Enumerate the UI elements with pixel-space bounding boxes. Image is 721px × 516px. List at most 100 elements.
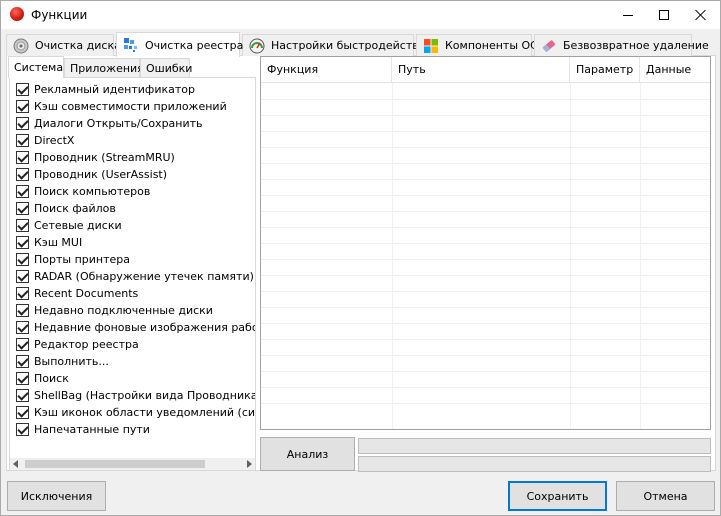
- list-item-label: Кэш иконок области уведомлений (системн: [34, 406, 256, 419]
- list-item[interactable]: Диалоги Открыть/Сохранить: [16, 115, 203, 132]
- checkbox[interactable]: [16, 168, 29, 181]
- row-divider: [261, 211, 710, 212]
- column-header-path[interactable]: Путь: [392, 57, 570, 83]
- checkbox[interactable]: [16, 151, 29, 164]
- cancel-button[interactable]: Отмена: [616, 481, 715, 511]
- checkbox[interactable]: [16, 355, 29, 368]
- list-item-label: Проводник (UserAssist): [34, 168, 168, 181]
- tab-label: Компоненты ОС: [445, 39, 538, 52]
- checkbox[interactable]: [16, 100, 29, 113]
- subtab-label: Система: [14, 61, 64, 74]
- list-item[interactable]: Редактор реестра: [16, 336, 139, 353]
- list-item[interactable]: Поиск компьютеров: [16, 183, 150, 200]
- list-item[interactable]: Сетевые диски: [16, 217, 122, 234]
- column-header-data[interactable]: Данные: [640, 57, 710, 83]
- list-item[interactable]: Выполнить...: [16, 353, 109, 370]
- list-item[interactable]: Напечатанные пути: [16, 421, 150, 438]
- list-item-label: Недавние фоновые изображения рабочего: [34, 321, 256, 334]
- registry-cleanup-icon: [124, 38, 137, 52]
- checkbox[interactable]: [16, 321, 29, 334]
- list-item-label: ShellBag (Настройки вида Проводника): [34, 389, 256, 402]
- column-divider: [570, 83, 571, 429]
- column-divider: [392, 83, 393, 429]
- checkbox[interactable]: [16, 236, 29, 249]
- checkbox[interactable]: [16, 338, 29, 351]
- exclusions-button[interactable]: Исключения: [7, 481, 106, 511]
- checkbox[interactable]: [16, 423, 29, 436]
- subtab-errors[interactable]: Ошибки: [140, 58, 192, 77]
- list-item[interactable]: Поиск файлов: [16, 200, 116, 217]
- row-divider: [261, 307, 710, 308]
- checkbox[interactable]: [16, 304, 29, 317]
- results-table[interactable]: Функция Путь Параметр Данные: [260, 56, 711, 430]
- tab-label: Очистка диска: [35, 39, 121, 52]
- list-item[interactable]: Recent Documents: [16, 285, 138, 302]
- row-divider: [261, 275, 710, 276]
- checkbox[interactable]: [16, 134, 29, 147]
- list-item-label: Сетевые диски: [34, 219, 122, 232]
- checkbox[interactable]: [16, 287, 29, 300]
- scroll-right-icon[interactable]: [247, 460, 252, 468]
- checkbox[interactable]: [16, 202, 29, 215]
- disk-cleanup-icon: [13, 38, 29, 53]
- list-item[interactable]: Недавние фоновые изображения рабочего: [16, 319, 256, 336]
- list-item[interactable]: Поиск: [16, 370, 69, 387]
- checkbox[interactable]: [16, 219, 29, 232]
- save-button[interactable]: Сохранить: [508, 481, 607, 511]
- system-items-list[interactable]: Рекламный идентификатор Кэш совместимост…: [9, 77, 256, 471]
- list-item[interactable]: Порты принтера: [16, 251, 130, 268]
- column-header-function[interactable]: Функция: [261, 57, 392, 83]
- list-item-label: Порты принтера: [34, 253, 130, 266]
- app-logo-icon: [10, 7, 24, 21]
- list-item[interactable]: Кэш иконок области уведомлений (системн: [16, 404, 256, 421]
- column-header-parameter[interactable]: Параметр: [570, 57, 640, 83]
- list-item[interactable]: Недавно подключенные диски: [16, 302, 213, 319]
- list-item[interactable]: Кэш совместимости приложений: [16, 98, 227, 115]
- subtab-system[interactable]: Система: [8, 56, 64, 78]
- list-item[interactable]: Кэш MUI: [16, 234, 82, 251]
- checkbox[interactable]: [16, 270, 29, 283]
- analyze-button[interactable]: Анализ: [260, 437, 355, 471]
- tab-performance-settings[interactable]: Настройки быстродействия: [242, 34, 432, 56]
- subtab-applications[interactable]: Приложения: [64, 58, 144, 77]
- checkbox[interactable]: [16, 406, 29, 419]
- row-divider: [261, 387, 710, 388]
- eraser-icon: [542, 39, 556, 52]
- checkbox[interactable]: [16, 185, 29, 198]
- list-item[interactable]: Проводник (UserAssist): [16, 166, 167, 183]
- list-item-label: DirectX: [34, 134, 75, 147]
- row-divider: [261, 339, 710, 340]
- tab-permanent-deletion[interactable]: Безвозвратное удаление: [534, 34, 709, 56]
- checkbox[interactable]: [16, 117, 29, 130]
- checkbox[interactable]: [16, 372, 29, 385]
- checkbox[interactable]: [16, 83, 29, 96]
- scrollbar-thumb[interactable]: [25, 460, 205, 468]
- list-item-label: Напечатанные пути: [34, 423, 150, 436]
- checkbox[interactable]: [16, 389, 29, 402]
- list-item[interactable]: DirectX: [16, 132, 74, 149]
- window-title: Функции: [31, 8, 88, 22]
- progress-bar-bottom: [358, 456, 711, 472]
- checkbox[interactable]: [16, 253, 29, 266]
- list-item[interactable]: RADAR (Обнаружение утечек памяти): [16, 268, 254, 285]
- title-bar[interactable]: Функции: [1, 1, 720, 29]
- list-item-label: Кэш MUI: [34, 236, 83, 249]
- progress-bar-top: [358, 438, 711, 454]
- scroll-left-icon[interactable]: [13, 460, 18, 468]
- list-item[interactable]: ShellBag (Настройки вида Проводника): [16, 387, 256, 404]
- list-item[interactable]: Проводник (StreamMRU): [16, 149, 175, 166]
- row-divider: [261, 323, 710, 324]
- list-item-label: Кэш совместимости приложений: [34, 100, 227, 113]
- horizontal-scrollbar[interactable]: [10, 458, 255, 470]
- list-item[interactable]: Рекламный идентификатор: [16, 81, 195, 98]
- list-item-label: Поиск файлов: [34, 202, 116, 215]
- table-header: Функция Путь Параметр Данные: [261, 57, 710, 83]
- row-divider: [261, 147, 710, 148]
- subtab-label: Приложения: [70, 61, 144, 75]
- tab-os-components[interactable]: Компоненты ОС: [416, 34, 538, 56]
- tab-disk-cleanup[interactable]: Очистка диска: [6, 34, 121, 56]
- tab-registry-cleanup[interactable]: Очистка реестра: [116, 32, 243, 57]
- maximize-icon: [659, 10, 669, 20]
- list-item-label: Рекламный идентификатор: [34, 83, 195, 96]
- close-button[interactable]: [678, 1, 721, 29]
